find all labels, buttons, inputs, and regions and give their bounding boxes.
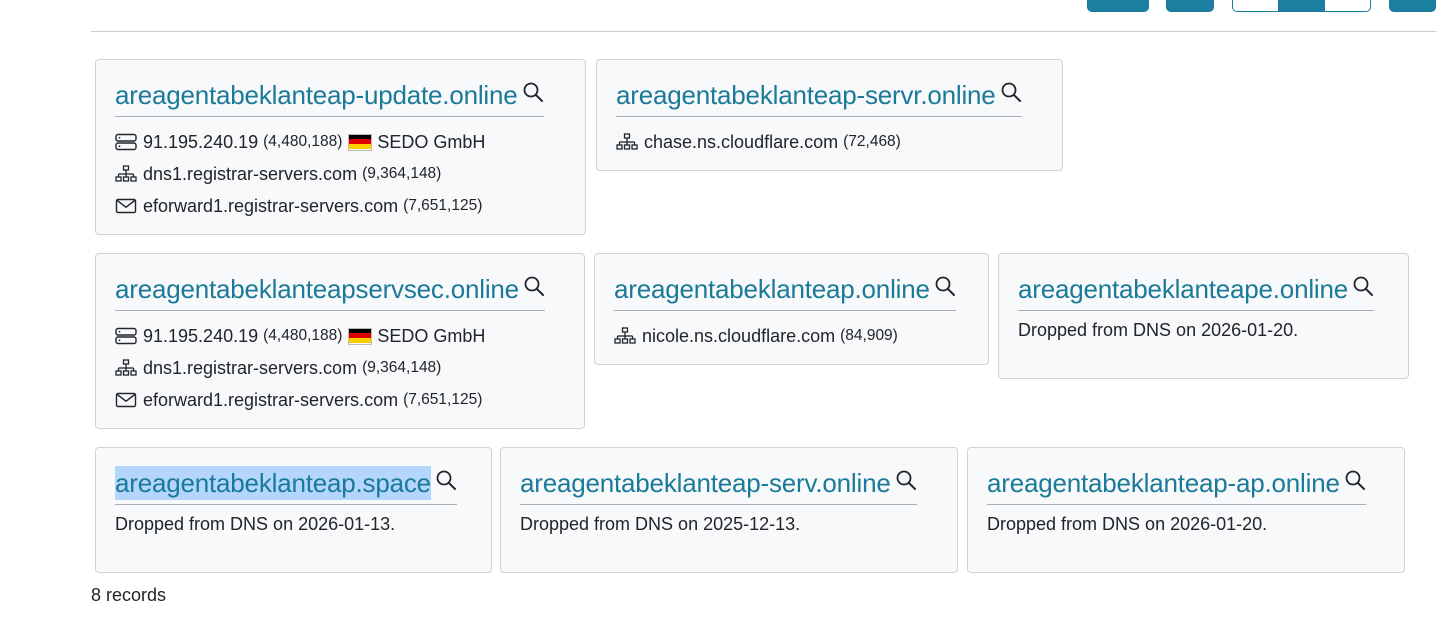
server-icon	[115, 133, 137, 151]
nameserver-row: nicole.ns.cloudflare.com (84,909)	[614, 320, 988, 352]
ip-address[interactable]: 91.195.240.19	[143, 132, 258, 153]
domain-link[interactable]: areagentabeklanteap-servr.online	[616, 78, 996, 112]
card-header: areagentabeklanteapservsec.online	[115, 272, 545, 311]
domain-card: areagentabeklanteap-serv.online Dropped …	[500, 447, 958, 573]
ip-org[interactable]: SEDO GmbH	[377, 132, 485, 153]
domain-card: areagentabeklanteapservsec.online 91.195…	[95, 253, 585, 429]
search-icon[interactable]	[523, 275, 545, 297]
germany-flag-icon	[348, 327, 373, 345]
domain-link[interactable]: areagentabeklanteape.online	[1018, 272, 1348, 306]
mx-row: eforward1.registrar-servers.com (7,651,1…	[115, 190, 585, 222]
envelope-icon	[115, 391, 137, 409]
card-header: areagentabeklanteap-servr.online	[616, 78, 1022, 117]
view-toggle-group[interactable]	[1232, 0, 1371, 12]
nameserver-count: (9,364,148)	[362, 165, 442, 182]
ip-row: 91.195.240.19 (4,480,188) SEDO GmbH	[115, 320, 584, 352]
search-icon[interactable]	[934, 275, 956, 297]
domain-card: areagentabeklanteap.online nicole.ns.clo…	[594, 253, 989, 365]
search-icon[interactable]	[1352, 275, 1374, 297]
toolbar-divider	[91, 31, 1436, 32]
mail-server[interactable]: eforward1.registrar-servers.com	[143, 196, 398, 217]
domain-card: areagentabeklanteap.space Dropped from D…	[95, 447, 492, 573]
domain-link[interactable]: areagentabeklanteapservsec.online	[115, 272, 519, 306]
germany-flag-icon	[348, 133, 373, 151]
ip-address[interactable]: 91.195.240.19	[143, 326, 258, 347]
card-header: areagentabeklanteap-serv.online	[520, 466, 917, 505]
dns-status: Dropped from DNS on 2026-01-13.	[115, 514, 396, 534]
search-icon[interactable]	[1344, 469, 1366, 491]
search-icon[interactable]	[435, 469, 457, 491]
dns-status: Dropped from DNS on 2025-12-13.	[520, 514, 801, 534]
ip-count: (4,480,188)	[263, 133, 343, 150]
nameserver[interactable]: dns1.registrar-servers.com	[143, 358, 357, 379]
ip-org[interactable]: SEDO GmbH	[377, 326, 485, 347]
nameserver[interactable]: chase.ns.cloudflare.com	[644, 132, 838, 153]
domain-card: areagentabeklanteap-servr.online chase.n…	[596, 59, 1063, 171]
card-header: areagentabeklanteap-ap.online	[987, 466, 1366, 505]
view-toggle-left[interactable]	[1233, 0, 1280, 11]
sitemap-icon	[115, 165, 137, 183]
nameserver[interactable]: nicole.ns.cloudflare.com	[642, 326, 835, 347]
domain-link[interactable]: areagentabeklanteap-ap.online	[987, 466, 1340, 500]
domain-card: areagentabeklanteape.online Dropped from…	[998, 253, 1409, 379]
dns-status: Dropped from DNS on 2026-01-20.	[1018, 320, 1299, 340]
nameserver[interactable]: dns1.registrar-servers.com	[143, 164, 357, 185]
card-header: areagentabeklanteape.online	[1018, 272, 1374, 311]
nameserver-row: chase.ns.cloudflare.com (72,468)	[616, 126, 1062, 158]
record-count: 8 records	[91, 585, 167, 605]
toolbar-button-1[interactable]	[1087, 0, 1149, 12]
nameserver-count: (9,364,148)	[362, 359, 442, 376]
domain-link[interactable]: areagentabeklanteap.space	[115, 466, 431, 500]
view-toggle-middle[interactable]	[1279, 0, 1325, 11]
sitemap-icon	[115, 359, 137, 377]
card-header: areagentabeklanteap.online	[614, 272, 956, 311]
domain-card: areagentabeklanteap-ap.online Dropped fr…	[967, 447, 1405, 573]
sitemap-icon	[614, 327, 636, 345]
domain-link[interactable]: areagentabeklanteap-update.online	[115, 78, 518, 112]
ip-count: (4,480,188)	[263, 327, 343, 344]
search-icon[interactable]	[522, 81, 544, 103]
domain-card: areagentabeklanteap-update.online 91.195…	[95, 59, 586, 235]
server-icon	[115, 327, 137, 345]
toolbar-button-3[interactable]	[1389, 0, 1436, 12]
envelope-icon	[115, 197, 137, 215]
mail-server-count: (7,651,125)	[403, 197, 483, 214]
dns-status: Dropped from DNS on 2026-01-20.	[987, 514, 1268, 534]
nameserver-count: (72,468)	[843, 133, 901, 150]
mail-server[interactable]: eforward1.registrar-servers.com	[143, 390, 398, 411]
nameserver-count: (84,909)	[840, 327, 898, 344]
domain-link[interactable]: areagentabeklanteap-serv.online	[520, 466, 891, 500]
toolbar-button-2[interactable]	[1166, 0, 1214, 12]
card-header: areagentabeklanteap-update.online	[115, 78, 544, 117]
view-toggle-right[interactable]	[1325, 0, 1370, 11]
nameserver-row: dns1.registrar-servers.com (9,364,148)	[115, 352, 584, 384]
mx-row: eforward1.registrar-servers.com (7,651,1…	[115, 384, 584, 416]
search-icon[interactable]	[1000, 81, 1022, 103]
ip-row: 91.195.240.19 (4,480,188) SEDO GmbH	[115, 126, 585, 158]
card-header: areagentabeklanteap.space	[115, 466, 457, 505]
search-icon[interactable]	[895, 469, 917, 491]
mail-server-count: (7,651,125)	[403, 391, 483, 408]
nameserver-row: dns1.registrar-servers.com (9,364,148)	[115, 158, 585, 190]
sitemap-icon	[616, 133, 638, 151]
domain-link[interactable]: areagentabeklanteap.online	[614, 272, 930, 306]
